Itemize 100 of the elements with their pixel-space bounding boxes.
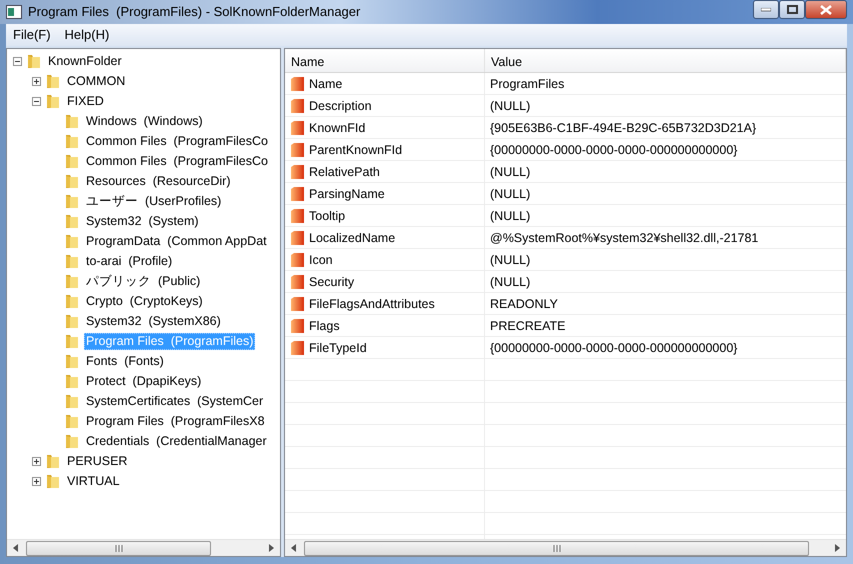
tree-item[interactable]: FIXED [65, 92, 106, 110]
tree-item[interactable]: PERUSER [65, 452, 130, 470]
tree-item[interactable]: COMMON [65, 72, 128, 90]
property-value: ProgramFiles [489, 76, 566, 93]
expand-icon[interactable] [32, 456, 41, 466]
folder-icon [64, 193, 80, 209]
expand-icon[interactable] [32, 476, 41, 486]
property-name: Description [309, 98, 372, 115]
property-icon [290, 186, 305, 202]
property-name: Icon [309, 252, 333, 269]
property-name: Name [309, 76, 342, 93]
property-value: @%SystemRoot%¥system32¥shell32.dll,-21781 [489, 230, 760, 247]
tree-item[interactable]: Program Files (ProgramFilesX8 [84, 412, 267, 430]
property-value: {00000000-0000-0000-0000-000000000000} [489, 340, 738, 357]
tree-item[interactable]: Common Files (ProgramFilesCo [84, 152, 270, 170]
property-icon [290, 98, 305, 114]
property-name: RelativePath [309, 164, 380, 181]
maximize-button[interactable] [779, 0, 805, 19]
property-name: Security [309, 274, 354, 291]
folder-icon [64, 393, 80, 409]
folder-icon [64, 133, 80, 149]
app-icon [6, 5, 22, 19]
property-icon [290, 296, 305, 312]
close-button[interactable] [805, 0, 847, 19]
property-name: Tooltip [309, 208, 346, 225]
collapse-icon[interactable] [13, 56, 22, 66]
menu-item[interactable]: Help(H) [60, 25, 114, 45]
folder-icon [64, 213, 80, 229]
tree-item[interactable]: Common Files (ProgramFilesCo [84, 132, 270, 150]
folder-icon [64, 293, 80, 309]
property-value: (NULL) [489, 274, 532, 291]
right-arrow-icon [269, 544, 274, 552]
property-icon [290, 76, 305, 92]
minimize-button[interactable] [753, 0, 779, 19]
tree-item[interactable]: Fonts (Fonts) [84, 352, 166, 370]
folder-icon [64, 173, 80, 189]
folder-icon [64, 433, 80, 449]
property-value: (NULL) [489, 186, 532, 203]
property-value: {00000000-0000-0000-0000-000000000000} [489, 142, 738, 159]
property-name: ParsingName [309, 186, 385, 203]
property-name: FileFlagsAndAttributes [309, 296, 435, 313]
tree-item[interactable]: VIRTUAL [65, 472, 122, 490]
expand-icon[interactable] [32, 76, 41, 86]
horizontal-scrollbar[interactable] [285, 539, 846, 556]
folder-icon [64, 153, 80, 169]
tree-item[interactable]: System32 (SystemX86) [84, 312, 223, 330]
folder-icon [64, 273, 80, 289]
window-title: Program Files (ProgramFiles) - SolKnownFolderManager [28, 3, 360, 22]
folder-icon [64, 113, 80, 129]
folder-icon [45, 93, 61, 109]
property-icon [290, 252, 305, 268]
maximize-icon [786, 5, 798, 14]
folder-icon [45, 473, 61, 489]
property-value: (NULL) [489, 164, 532, 181]
tree-item[interactable]: Credentials (CredentialManager [84, 432, 269, 450]
tree-item[interactable]: ProgramData (Common AppDat [84, 232, 269, 250]
tree-item[interactable]: Protect (DpapiKeys) [84, 372, 204, 390]
tree-item[interactable]: Crypto (CryptoKeys) [84, 292, 205, 310]
left-arrow-icon [13, 544, 18, 552]
property-icon [290, 318, 305, 334]
tree-item[interactable]: Resources (ResourceDir) [84, 172, 232, 190]
grip-icon [114, 544, 122, 552]
grip-icon [552, 544, 560, 552]
property-icon [290, 208, 305, 224]
property-icon [290, 340, 305, 356]
property-value: (NULL) [489, 208, 532, 225]
property-value: {905E63B6-C1BF-494E-B29C-65B732D3D21A} [489, 120, 758, 137]
folder-icon [64, 233, 80, 249]
tree-item[interactable]: パブリック (Public) [84, 272, 202, 290]
tree-item[interactable]: KnownFolder [46, 52, 124, 70]
folder-icon [64, 413, 80, 429]
property-name: KnownFId [309, 120, 366, 137]
menu-item[interactable]: File(F) [8, 25, 56, 45]
property-icon [290, 164, 305, 180]
collapse-icon[interactable] [32, 96, 41, 106]
property-icon [290, 230, 305, 246]
column-header[interactable]: Value [485, 49, 846, 72]
horizontal-scrollbar[interactable] [7, 539, 280, 556]
left-arrow-icon [291, 544, 296, 552]
tree-item[interactable]: SystemCertificates (SystemCer [84, 392, 266, 410]
property-name: LocalizedName [309, 230, 396, 247]
folder-icon [64, 313, 80, 329]
property-icon [290, 142, 305, 158]
folder-icon [64, 253, 80, 269]
folder-icon [64, 373, 80, 389]
property-value: (NULL) [489, 252, 532, 269]
tree-item[interactable]: to-arai (Profile) [84, 252, 174, 270]
tree-item[interactable]: Windows (Windows) [84, 112, 205, 130]
property-icon [290, 120, 305, 136]
close-icon [820, 4, 832, 14]
tree-item[interactable]: ユーザー (UserProfiles) [84, 192, 224, 210]
column-header[interactable]: Name [285, 49, 485, 72]
property-name: Flags [309, 318, 340, 335]
minimize-icon [761, 8, 771, 12]
property-icon [290, 274, 305, 290]
folder-icon [45, 73, 61, 89]
property-value: (NULL) [489, 98, 532, 115]
tree-item[interactable]: System32 (System) [84, 212, 201, 230]
property-value: PRECREATE [489, 318, 566, 335]
right-arrow-icon [835, 544, 840, 552]
